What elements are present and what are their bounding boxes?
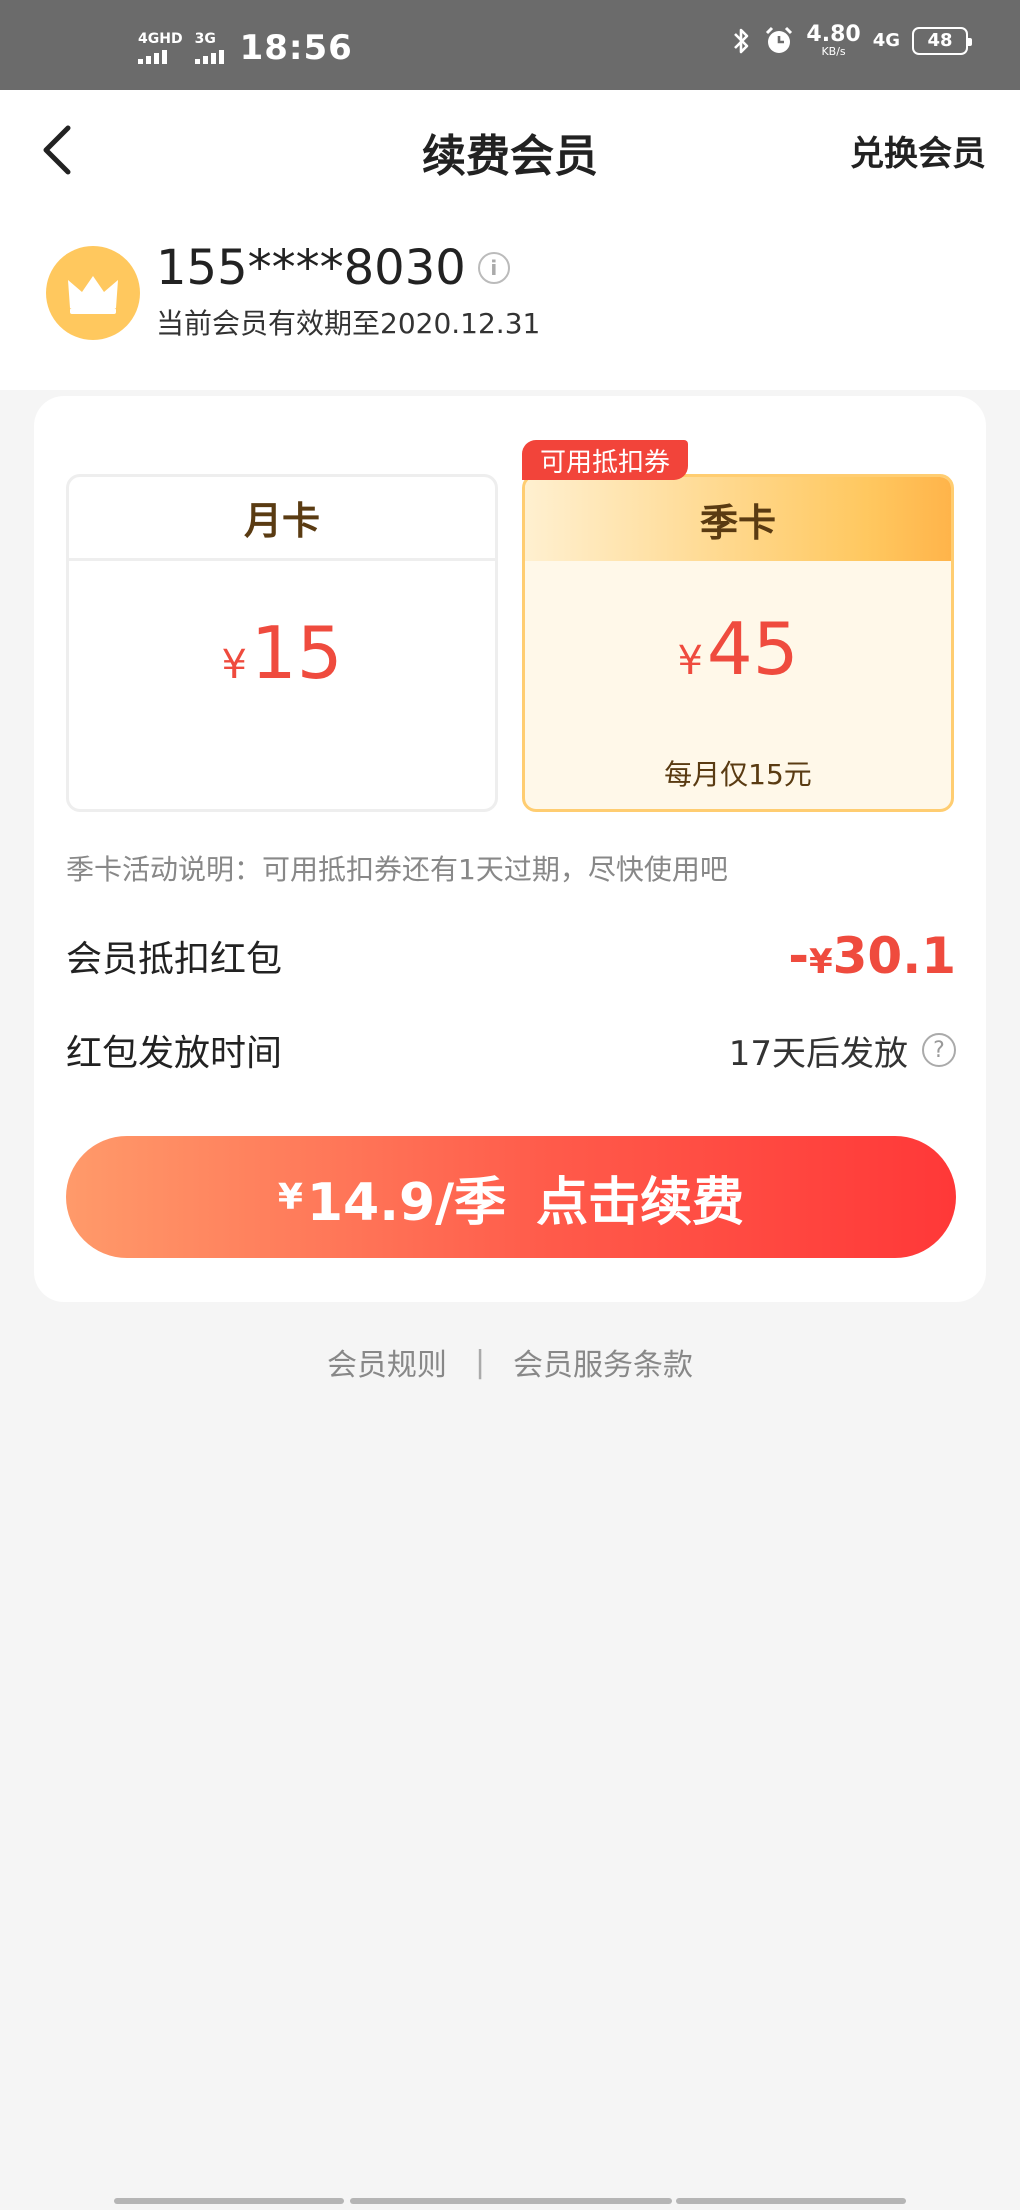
user-phone: 155****8030 i <box>156 240 510 296</box>
bluetooth-icon <box>734 28 749 53</box>
release-value: 17天后发放 ? <box>729 1026 956 1075</box>
nav-bar: 续费会员 兑换会员 <box>0 90 1020 210</box>
signal-4g-icon: 4GHD <box>138 32 183 64</box>
clock: 18:56 <box>239 28 353 68</box>
plan-name: 月卡 <box>69 477 495 561</box>
membership-expiry: 当前会员有效期至2020.12.31 <box>156 307 541 340</box>
deduction-label: 会员抵扣红包 <box>66 939 283 980</box>
network-type: 4G <box>872 30 900 51</box>
release-label: 红包发放时间 <box>66 1033 283 1074</box>
battery-icon: 48 <box>912 26 972 55</box>
gesture-bar <box>676 2198 906 2204</box>
plan-price: ¥15 <box>221 611 343 695</box>
plan-monthly-card[interactable]: 月卡 ¥15 <box>66 474 498 812</box>
gesture-bar <box>350 2198 672 2204</box>
gesture-bar <box>114 2198 344 2204</box>
activity-note: 季卡活动说明：可用抵扣券还有1天过期，尽快使用吧 <box>66 853 728 886</box>
membership-terms-link[interactable]: 会员服务条款 <box>513 1340 693 1384</box>
footer-divider: | <box>474 1344 486 1380</box>
network-speed: 4.80 KB/s <box>806 22 861 58</box>
plan-price: ¥45 <box>677 607 799 691</box>
info-icon[interactable]: i <box>477 252 510 284</box>
plan-monthly-equivalent: 每月仅15元 <box>664 758 812 791</box>
user-info: 155****8030 i 当前会员有效期至2020.12.31 <box>0 210 1020 390</box>
footer-links: 会员规则 | 会员服务条款 <box>0 1340 1020 1384</box>
membership-rules-link[interactable]: 会员规则 <box>327 1340 447 1384</box>
plan-quarterly-card[interactable]: 季卡 ¥45 每月仅15元 <box>522 474 954 812</box>
coupon-available-badge: 可用抵扣券 <box>522 440 689 480</box>
help-icon[interactable]: ? <box>922 1033 956 1067</box>
status-right: 4.80 KB/s 4G 48 <box>732 22 972 58</box>
plan-name: 季卡 <box>525 477 951 561</box>
avatar <box>46 246 140 340</box>
renew-button[interactable]: ¥14.9/季 点击续费 <box>66 1136 956 1258</box>
deduction-amount: -¥30.1 <box>788 927 956 985</box>
renewal-card: 月卡 ¥15 季卡 ¥45 每月仅15元 可用抵扣券 季卡活动说明：可用抵扣券还… <box>34 396 986 1302</box>
deduction-row: 会员抵扣红包 -¥30.1 <box>66 926 956 986</box>
crown-icon <box>68 276 118 314</box>
redeem-membership-link[interactable]: 兑换会员 <box>850 126 986 175</box>
alarm-icon <box>766 26 793 53</box>
signal-3g-icon: 3G <box>194 32 224 64</box>
status-bar: 4GHD 3G 18:56 4.80 KB/s 4G 48 <box>0 0 1020 90</box>
release-time-row: 红包发放时间 17天后发放 ? <box>66 1022 956 1078</box>
status-left: 4GHD 3G 18:56 <box>138 28 353 68</box>
